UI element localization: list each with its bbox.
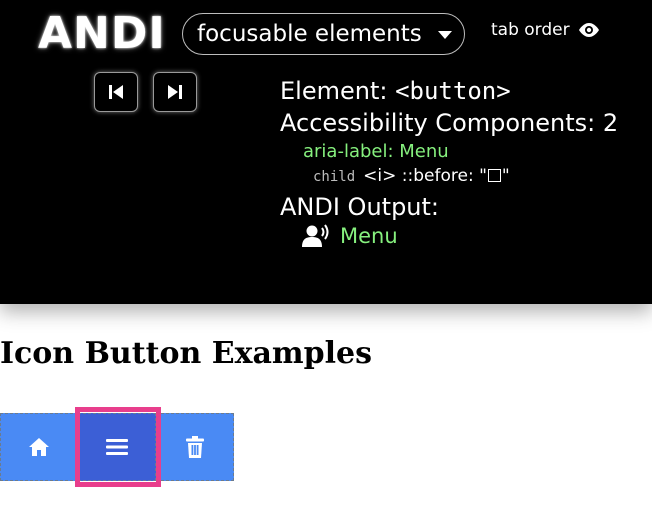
- tab-order-toggle[interactable]: tab order: [491, 20, 601, 40]
- eye-icon: [578, 23, 599, 37]
- output-text: Menu: [340, 224, 398, 248]
- trash-icon: [186, 436, 204, 458]
- previous-element-button[interactable]: [94, 72, 138, 112]
- components-count: 2: [602, 109, 619, 137]
- element-tag: <button>: [395, 77, 511, 105]
- speaking-user-icon: [302, 224, 329, 247]
- child-close: ": [501, 166, 510, 186]
- page-heading: Icon Button Examples: [0, 336, 372, 371]
- next-element-button[interactable]: [153, 72, 197, 112]
- child-tag: child: [313, 169, 356, 185]
- skip-next-icon: [168, 85, 182, 99]
- output-heading: ANDI Output:: [280, 193, 440, 221]
- missing-glyph-box-icon: [487, 169, 501, 182]
- chevron-down-icon: [438, 31, 452, 39]
- module-select-value: focusable elements: [197, 21, 422, 47]
- andi-output: Menu: [302, 224, 398, 248]
- child-pseudo: ::before: ": [396, 166, 487, 186]
- andi-toolbar: ANDI focusable elements tab order Elemen…: [0, 0, 652, 304]
- hamburger-menu-icon: [106, 439, 128, 455]
- home-icon: [29, 438, 49, 456]
- delete-button[interactable]: [156, 413, 234, 481]
- components-label: Accessibility Components:: [280, 109, 603, 137]
- skip-previous-icon: [109, 85, 123, 99]
- tab-order-label: tab order: [491, 20, 570, 40]
- aria-label-component: aria-label: Menu: [303, 141, 449, 162]
- element-line: Element: <button>: [280, 77, 511, 105]
- child-component: child <i> ::before: " ": [313, 166, 510, 186]
- element-label: Element:: [280, 77, 396, 105]
- module-select[interactable]: focusable elements: [182, 13, 465, 55]
- components-line: Accessibility Components: 2: [280, 109, 618, 137]
- menu-button[interactable]: [78, 413, 156, 481]
- child-element: <i>: [363, 166, 397, 186]
- home-button[interactable]: [0, 413, 78, 481]
- andi-logo: ANDI: [38, 8, 166, 59]
